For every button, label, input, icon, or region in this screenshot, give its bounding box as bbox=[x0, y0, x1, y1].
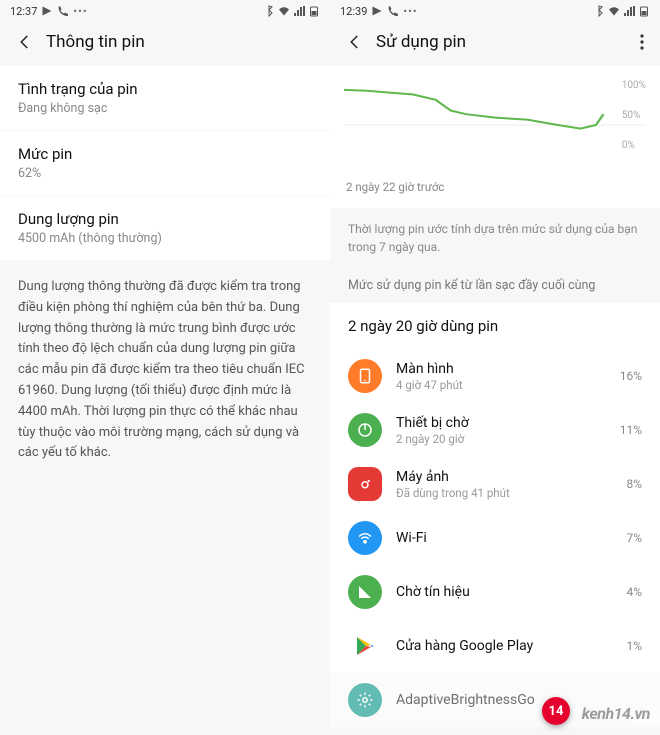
card-title: Tình trạng của pin bbox=[18, 80, 312, 98]
card-title: Mức pin bbox=[18, 145, 312, 163]
more-notifications: ••• bbox=[73, 5, 87, 18]
usage-sub: Đã dùng trong 41 phút bbox=[396, 486, 612, 500]
section-label: Mức sử dụng pin kể từ lần sạc đầy cuối c… bbox=[330, 268, 660, 303]
wifi-icon bbox=[348, 521, 382, 555]
battery-capacity-card[interactable]: Dung lượng pin 4500 mAh (thông thường) bbox=[0, 196, 330, 260]
power-icon bbox=[348, 413, 382, 447]
bluetooth-icon bbox=[593, 5, 605, 17]
usage-row-playstore[interactable]: Cửa hàng Google Play 1% bbox=[330, 619, 660, 673]
battery-usage-screen: 12:39 ••• Sử dụng pin 100% 50% 0% 2 ngày… bbox=[330, 0, 660, 735]
chart-caption: 2 ngày 22 giờ trước bbox=[344, 174, 646, 198]
watermark-text: kenh14.vn bbox=[582, 704, 650, 723]
axis-label-0: 0% bbox=[622, 140, 646, 170]
battery-icon bbox=[308, 5, 320, 17]
usage-duration-header: 2 ngày 20 giờ dùng pin bbox=[330, 303, 660, 349]
signal-icon bbox=[623, 5, 635, 17]
usage-pct: 4% bbox=[626, 585, 642, 599]
battery-info-screen: 12:37 ••• Thông tin pin Tình trạng của p… bbox=[0, 0, 330, 735]
chart-description: Thời lượng pin ước tính dựa trên mức sử … bbox=[330, 208, 660, 268]
usage-row-signal[interactable]: Chờ tín hiệu 4% bbox=[330, 565, 660, 619]
battery-icon bbox=[638, 5, 650, 17]
chart-line bbox=[344, 80, 646, 170]
status-time: 12:37 bbox=[10, 5, 37, 18]
back-icon[interactable] bbox=[346, 33, 364, 51]
card-sub: Đang không sạc bbox=[18, 101, 312, 116]
battery-chart[interactable]: 100% 50% 0% 2 ngày 22 giờ trước bbox=[330, 66, 660, 208]
back-icon[interactable] bbox=[16, 33, 34, 51]
usage-sub: 2 ngày 20 giờ bbox=[396, 432, 606, 446]
card-sub: 62% bbox=[18, 166, 312, 181]
play-store-icon bbox=[41, 5, 53, 17]
play-store-icon bbox=[348, 629, 382, 663]
usage-row-standby[interactable]: Thiết bị chờ 2 ngày 20 giờ 11% bbox=[330, 403, 660, 457]
status-bar: 12:37 ••• bbox=[0, 0, 330, 22]
battery-status-card[interactable]: Tình trạng của pin Đang không sạc bbox=[0, 66, 330, 130]
usage-row-screen[interactable]: Màn hình 4 giờ 47 phút 16% bbox=[330, 349, 660, 403]
camera-icon bbox=[348, 467, 382, 501]
page-title: Thông tin pin bbox=[46, 32, 145, 52]
signal-icon bbox=[293, 5, 305, 17]
usage-name: Màn hình bbox=[396, 361, 606, 377]
signal-icon bbox=[348, 575, 382, 609]
wifi-icon bbox=[278, 5, 290, 17]
info-paragraph: Dung lượng thông thường đã được kiểm tra… bbox=[0, 261, 330, 480]
play-store-icon bbox=[371, 5, 383, 17]
card-title: Dung lượng pin bbox=[18, 210, 312, 228]
screen-icon bbox=[348, 359, 382, 393]
usage-name: Chờ tín hiệu bbox=[396, 584, 612, 600]
watermark-badge: 14 bbox=[542, 697, 570, 725]
usage-row-camera[interactable]: Máy ảnh Đã dùng trong 41 phút 8% bbox=[330, 457, 660, 511]
usage-pct: 7% bbox=[626, 531, 642, 545]
axis-label-100: 100% bbox=[622, 80, 646, 110]
usage-pct: 1% bbox=[626, 639, 642, 653]
usage-name: Thiết bị chờ bbox=[396, 415, 606, 431]
usage-name: Cửa hàng Google Play bbox=[396, 638, 612, 654]
usage-pct: 16% bbox=[620, 369, 642, 383]
usage-name: Wi-Fi bbox=[396, 530, 612, 546]
status-bar: 12:39 ••• bbox=[330, 0, 660, 22]
battery-level-card[interactable]: Mức pin 62% bbox=[0, 131, 330, 195]
usage-name: Máy ảnh bbox=[396, 469, 612, 485]
card-sub: 4500 mAh (thông thường) bbox=[18, 231, 312, 246]
page-title: Sử dụng pin bbox=[376, 32, 466, 52]
phone-icon bbox=[57, 5, 69, 17]
bluetooth-icon bbox=[263, 5, 275, 17]
axis-label-50: 50% bbox=[622, 110, 646, 140]
wifi-icon bbox=[608, 5, 620, 17]
chart-y-axis: 100% 50% 0% bbox=[622, 80, 646, 170]
gear-icon bbox=[348, 683, 382, 717]
phone-icon bbox=[387, 5, 399, 17]
overflow-icon[interactable] bbox=[640, 34, 644, 50]
usage-pct: 8% bbox=[626, 477, 642, 491]
usage-row-wifi[interactable]: Wi-Fi 7% bbox=[330, 511, 660, 565]
more-notifications: ••• bbox=[403, 5, 417, 18]
page-header: Sử dụng pin bbox=[330, 22, 660, 66]
page-header: Thông tin pin bbox=[0, 22, 330, 66]
usage-pct: 11% bbox=[620, 423, 642, 437]
usage-sub: 4 giờ 47 phút bbox=[396, 378, 606, 392]
status-time: 12:39 bbox=[340, 5, 367, 18]
